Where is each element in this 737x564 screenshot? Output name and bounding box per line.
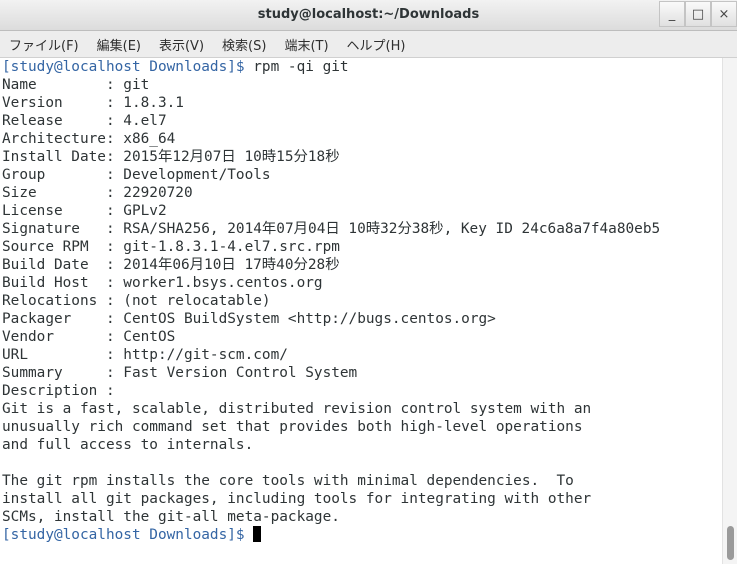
output-line: Description :: [2, 383, 115, 399]
menu-help[interactable]: ヘルプ(H): [338, 35, 415, 54]
output-line: Git is a fast, scalable, distributed rev…: [2, 401, 592, 417]
terminal-output[interactable]: [study@localhost Downloads]$ rpm -qi git…: [0, 58, 722, 564]
scrollbar-thumb[interactable]: [727, 526, 734, 560]
output-line: SCMs, install the git-all meta-package.: [2, 509, 340, 525]
menu-edit[interactable]: 編集(E): [88, 35, 150, 54]
output-line: Install Date: 2015年12月07日 10時15分18秒: [2, 149, 340, 165]
output-line: Signature : RSA/SHA256, 2014年07月04日 10時3…: [2, 221, 661, 237]
terminal-window: study@localhost:~/Downloads _ □ × ファイル(F…: [0, 0, 737, 564]
output-line: Group : Development/Tools: [2, 167, 271, 183]
output-line: Version : 1.8.3.1: [2, 95, 184, 111]
menu-file[interactable]: ファイル(F): [0, 35, 88, 54]
menu-bar: ファイル(F) 編集(E) 表示(V) 検索(S) 端末(T) ヘルプ(H): [0, 31, 737, 58]
output-line: Source RPM : git-1.8.3.1-4.el7.src.rpm: [2, 239, 340, 255]
output-line: Relocations : (not relocatable): [2, 293, 271, 309]
maximize-button[interactable]: □: [685, 1, 711, 27]
output-line: Size : 22920720: [2, 185, 193, 201]
minimize-button[interactable]: _: [659, 1, 685, 27]
menu-terminal[interactable]: 端末(T): [275, 35, 337, 54]
window-controls: _ □ ×: [659, 0, 737, 27]
command-output: Name : git Version : 1.8.3.1 Release : 4.e…: [0, 76, 722, 526]
menu-view[interactable]: 表示(V): [150, 35, 213, 54]
output-line: install all git packages, including tool…: [2, 491, 592, 507]
command-text: rpm -qi git: [244, 59, 349, 75]
output-line: Summary : Fast Version Control System: [2, 365, 358, 381]
shell-prompt: [study@localhost Downloads]$: [2, 527, 245, 543]
output-line: License : GPLv2: [2, 203, 167, 219]
close-button[interactable]: ×: [711, 1, 737, 27]
input-text[interactable]: [245, 527, 254, 543]
shell-prompt: [study@localhost Downloads]$: [2, 59, 245, 75]
window-title: study@localhost:~/Downloads: [257, 7, 480, 22]
text-cursor: [253, 526, 262, 542]
output-line: Release : 4.el7: [2, 113, 167, 129]
output-line: and full access to internals.: [2, 437, 254, 453]
menu-search[interactable]: 検索(S): [213, 35, 275, 54]
output-line: The git rpm installs the core tools with…: [2, 473, 574, 489]
title-bar[interactable]: study@localhost:~/Downloads _ □ ×: [0, 0, 737, 31]
output-line: Build Host : worker1.bsys.centos.org: [2, 275, 323, 291]
output-line: Vendor : CentOS: [2, 329, 176, 345]
output-line: Name : git: [2, 77, 150, 93]
output-line: URL : http://git-scm.com/: [2, 347, 288, 363]
command-line: [study@localhost Downloads]$ rpm -qi git: [0, 58, 722, 76]
vertical-scrollbar[interactable]: [722, 58, 737, 564]
output-line: unusually rich command set that provides…: [2, 419, 583, 435]
output-line: Build Date : 2014年06月10日 17時40分28秒: [2, 257, 340, 273]
active-prompt-line[interactable]: [study@localhost Downloads]$: [0, 526, 722, 544]
output-line: Architecture: x86_64: [2, 131, 176, 147]
output-line: Packager : CentOS BuildSystem <http://bu…: [2, 311, 496, 327]
